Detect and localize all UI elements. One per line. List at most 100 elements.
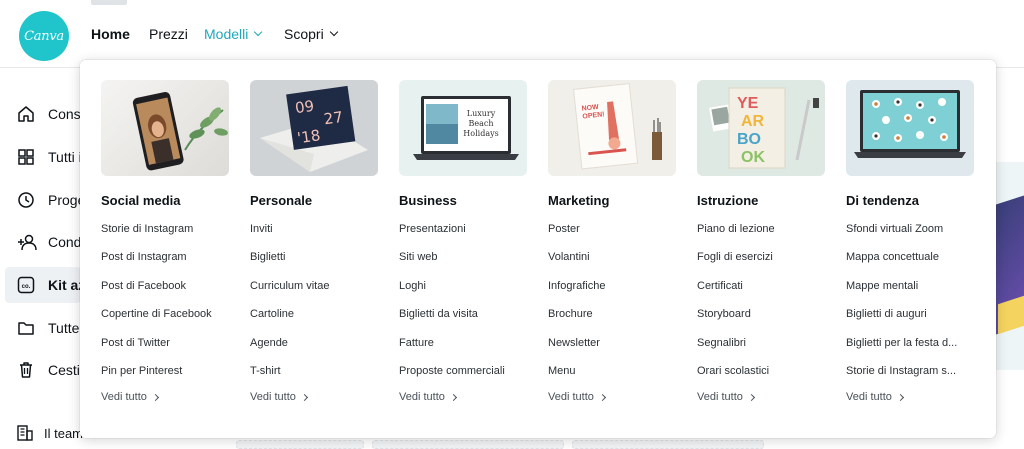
grid-icon (18, 149, 34, 165)
menu-link[interactable]: Menu (548, 363, 678, 391)
sidebar-item-brand-kit[interactable]: co. Kit az (5, 267, 85, 303)
background-placeholder (572, 440, 764, 449)
chevron-right-icon (151, 393, 159, 401)
menu-link[interactable]: Post di Instagram (101, 249, 231, 277)
menu-link[interactable]: Mappa concettuale (846, 249, 976, 277)
trending-thumbnail[interactable] (846, 80, 974, 176)
sidebar-item-projects[interactable]: Proge (5, 182, 85, 218)
sidebar: Consi Tutti i Proge Condi co. Kit az Tut… (0, 68, 88, 449)
svg-text:Luxury: Luxury (467, 109, 496, 118)
sidebar-item-all-designs[interactable]: Tutti i (5, 139, 82, 175)
brand-kit-icon: co. (17, 276, 35, 294)
templates-dropdown-menu: Social media Storie di Instagram Post di… (80, 60, 996, 438)
menu-link[interactable]: Orari scolastici (697, 363, 827, 391)
sidebar-item-shared[interactable]: Condi (5, 224, 85, 260)
personal-thumbnail[interactable]: 09 27 '18 (250, 80, 378, 176)
menu-link[interactable]: Newsletter (548, 335, 678, 363)
svg-text:BO: BO (737, 131, 761, 148)
see-all-label: Vedi tutto (399, 391, 445, 404)
clock-icon (18, 192, 34, 208)
nav-home[interactable]: Home (91, 26, 130, 42)
chevron-down-icon (254, 27, 263, 37)
menu-link[interactable]: Cartoline (250, 306, 380, 334)
background-placeholder (372, 440, 564, 449)
chevron-right-icon (449, 393, 457, 401)
menu-link[interactable]: Infografiche (548, 278, 678, 306)
chevron-right-icon (300, 393, 308, 401)
nav-models-label: Modelli (204, 26, 249, 42)
menu-link[interactable]: Curriculum vitae (250, 278, 380, 306)
nav-prices[interactable]: Prezzi (149, 26, 188, 42)
top-navigation-bar: Canva Home Prezzi Modelli Scopri (0, 0, 1024, 68)
menu-link[interactable]: Fogli di esercizi (697, 249, 827, 277)
active-tab-indicator (91, 0, 127, 5)
business-thumbnail[interactable]: Luxury Beach Holidays (399, 80, 527, 176)
menu-column-education: YE AR BO OK Istruzione Piano di lezione … (697, 80, 827, 403)
menu-link[interactable]: Fatture (399, 335, 529, 363)
see-all-link[interactable]: Vedi tutto (250, 391, 380, 403)
see-all-link[interactable]: Vedi tutto (697, 391, 827, 403)
menu-link[interactable]: Copertine di Facebook (101, 306, 231, 334)
people-add-icon (18, 234, 37, 251)
see-all-link[interactable]: Vedi tutto (548, 391, 678, 403)
see-all-link[interactable]: Vedi tutto (846, 391, 976, 403)
education-thumbnail[interactable]: YE AR BO OK (697, 80, 825, 176)
menu-link[interactable]: Post di Twitter (101, 335, 231, 363)
menu-link[interactable]: Proposte commerciali (399, 363, 529, 391)
nav-models[interactable]: Modelli (204, 26, 263, 42)
nav-discover[interactable]: Scopri (284, 26, 338, 42)
menu-link[interactable]: Segnalibri (697, 335, 827, 363)
chevron-right-icon (598, 393, 606, 401)
menu-link[interactable]: Inviti (250, 221, 380, 249)
menu-link[interactable]: Biglietti per la festa d... (846, 335, 976, 363)
svg-text:YE: YE (737, 95, 759, 112)
menu-link[interactable]: Post di Facebook (101, 278, 231, 306)
menu-link[interactable]: Sfondi virtuali Zoom (846, 221, 976, 249)
menu-link[interactable]: Volantini (548, 249, 678, 277)
menu-link[interactable]: Biglietti da visita (399, 306, 529, 334)
menu-link[interactable]: T-shirt (250, 363, 380, 391)
sidebar-item-home[interactable]: Consi (5, 96, 84, 132)
sidebar-item-folders[interactable]: Tutte (5, 310, 81, 346)
menu-column-social-media: Social media Storie di Instagram Post di… (101, 80, 231, 403)
menu-link[interactable]: Storyboard (697, 306, 827, 334)
menu-column-trending: Di tendenza Sfondi virtuali Zoom Mappa c… (846, 80, 976, 403)
menu-link[interactable]: Piano di lezione (697, 221, 827, 249)
menu-link[interactable]: Storie di Instagram (101, 221, 231, 249)
menu-link[interactable]: Biglietti (250, 249, 380, 277)
nav-home-label: Home (91, 26, 130, 42)
folder-icon (18, 322, 34, 335)
menu-link[interactable]: Loghi (399, 278, 529, 306)
sidebar-item-label: Tutte (48, 320, 80, 336)
svg-text:co.: co. (22, 284, 31, 290)
background-placeholder (236, 440, 364, 449)
nav-discover-label: Scopri (284, 26, 324, 42)
menu-link[interactable]: Certificati (697, 278, 827, 306)
menu-link[interactable]: Mappe mentali (846, 278, 976, 306)
menu-link[interactable]: Siti web (399, 249, 529, 277)
marketing-thumbnail[interactable]: NOW OPEN! (548, 80, 676, 176)
building-icon (17, 425, 33, 441)
menu-column-personal: 09 27 '18 Personale Inviti Biglietti Cur… (250, 80, 380, 403)
menu-link[interactable]: Pin per Pinterest (101, 363, 231, 391)
canva-logo[interactable]: Canva (19, 11, 69, 61)
see-all-label: Vedi tutto (250, 391, 296, 404)
team-section[interactable]: Il team (16, 424, 83, 442)
menu-link[interactable]: Agende (250, 335, 380, 363)
menu-link[interactable]: Brochure (548, 306, 678, 334)
menu-link[interactable]: Presentazioni (399, 221, 529, 249)
chevron-right-icon (747, 393, 755, 401)
see-all-link[interactable]: Vedi tutto (101, 391, 231, 403)
column-title: Istruzione (697, 193, 759, 208)
menu-link[interactable]: Biglietti di auguri (846, 306, 976, 334)
social-media-thumbnail[interactable] (101, 80, 229, 176)
menu-column-marketing: NOW OPEN! Marketing Poster Volantini Inf… (548, 80, 678, 403)
see-all-link[interactable]: Vedi tutto (399, 391, 529, 403)
menu-link[interactable]: Storie di Instagram s... (846, 363, 976, 391)
column-title: Marketing (548, 193, 610, 208)
sidebar-item-label: Tutti i (48, 149, 82, 165)
menu-link[interactable]: Poster (548, 221, 678, 249)
link-list: Sfondi virtuali Zoom Mappa concettuale M… (846, 221, 976, 391)
see-all-label: Vedi tutto (101, 391, 147, 404)
sidebar-item-trash[interactable]: Cestin (5, 352, 88, 388)
